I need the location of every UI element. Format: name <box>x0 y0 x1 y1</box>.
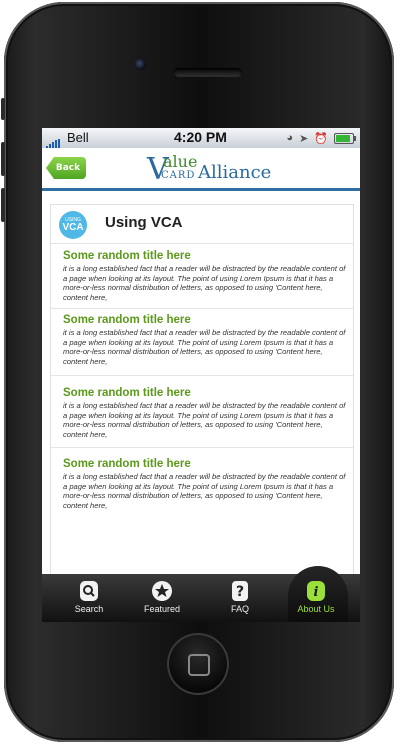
battery-icon <box>334 132 356 144</box>
tab-label: Featured <box>143 604 181 614</box>
article-item[interactable]: Some random title here it is a long esta… <box>63 387 348 439</box>
article-title: Some random title here <box>63 387 191 399</box>
app-header: Back V alue CARD Alliance <box>42 148 360 191</box>
article-title: Some random title here <box>63 458 191 470</box>
alarm-icon: ⏰ <box>314 132 328 145</box>
tab-featured[interactable]: Featured <box>132 574 192 622</box>
lock-rotation-icon: ◕ <box>286 132 294 144</box>
article-body: it is a long established fact that a rea… <box>63 401 346 439</box>
logo-alliance: Alliance <box>198 162 272 183</box>
article-item[interactable]: Some random title here it is a long esta… <box>63 314 348 366</box>
content-panel: USING VCA Using VCA Some random title he… <box>50 204 354 578</box>
article-item[interactable]: Some random title here it is a long esta… <box>63 458 348 510</box>
article-item[interactable]: Some random title here it is a long esta… <box>63 250 348 302</box>
page-title-row: USING VCA Using VCA <box>51 205 353 244</box>
volume-up-button <box>1 142 5 176</box>
value-card-alliance-logo: V alue CARD Alliance <box>147 152 272 187</box>
article-body: it is a long established fact that a rea… <box>63 264 346 302</box>
vca-badge-icon: USING VCA <box>59 211 87 239</box>
tab-label: Search <box>74 604 104 614</box>
tab-bar: Search Featured ? FAQ i About Us <box>42 566 360 622</box>
svg-text:i: i <box>314 585 319 600</box>
status-bar: Bell 4:20 PM ◕ ➤ ⏰ <box>42 128 360 149</box>
article-body: it is a long established fact that a rea… <box>63 472 346 510</box>
back-button[interactable]: Back <box>46 157 86 179</box>
divider <box>51 447 353 448</box>
signal-strength-icon <box>46 134 61 149</box>
earpiece-speaker <box>174 68 242 77</box>
logo-value: alue <box>163 152 198 171</box>
article-title: Some random title here <box>63 314 191 326</box>
tab-label: FAQ <box>230 604 249 614</box>
status-time: 4:20 PM <box>174 129 227 145</box>
logo-card: CARD <box>161 170 196 181</box>
info-icon: i <box>307 581 325 601</box>
divider <box>51 308 353 309</box>
app-screen: Bell 4:20 PM ◕ ➤ ⏰ Back V alue CARD Alli… <box>42 128 360 622</box>
article-title: Some random title here <box>63 250 191 262</box>
svg-text:?: ? <box>236 584 244 600</box>
tab-about-us[interactable]: i About Us <box>286 574 346 622</box>
tab-search[interactable]: Search <box>59 574 119 622</box>
location-arrow-icon: ➤ <box>299 132 309 145</box>
volume-down-button <box>1 188 5 222</box>
front-camera <box>135 59 146 70</box>
tab-label: About Us <box>297 604 335 614</box>
home-button[interactable] <box>167 633 229 695</box>
tab-faq[interactable]: ? FAQ <box>210 574 270 622</box>
home-square-icon <box>188 654 210 676</box>
question-icon: ? <box>232 581 248 601</box>
star-icon <box>152 581 172 601</box>
badge-big-text: VCA <box>62 222 84 233</box>
carrier-name: Bell <box>67 130 89 145</box>
divider <box>51 375 353 376</box>
article-body: it is a long established fact that a rea… <box>63 328 346 366</box>
silent-switch <box>1 98 5 120</box>
search-icon <box>80 581 98 601</box>
page-title: Using VCA <box>105 214 183 231</box>
